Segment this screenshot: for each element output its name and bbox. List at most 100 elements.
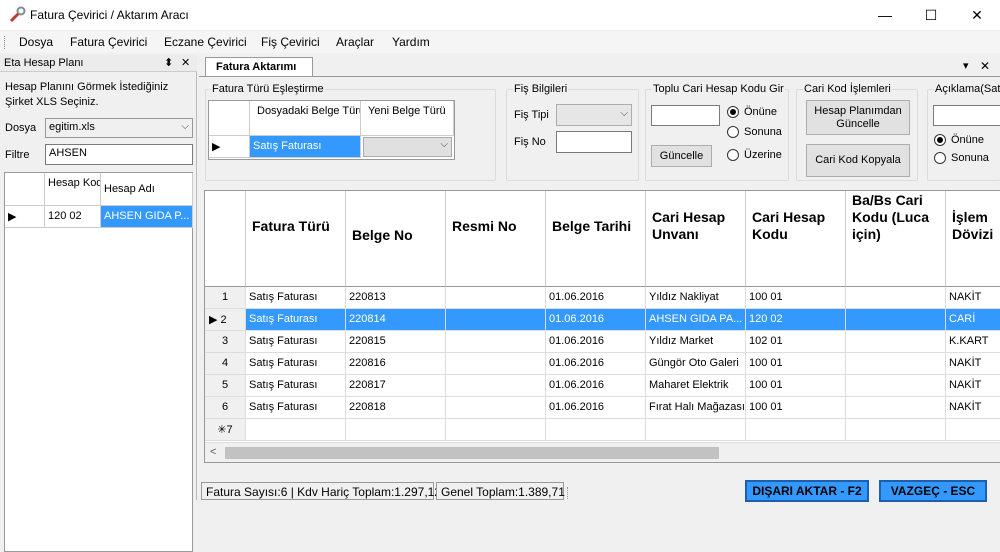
yeni-belge-turu-select[interactable]: ⌵ [363, 137, 452, 157]
guncelle-button[interactable]: Güncelle [651, 145, 712, 167]
cell-cari-hesap-kodu[interactable]: 100 01 [746, 397, 846, 419]
cell-fatura-turu[interactable] [246, 419, 346, 441]
cell-belge-tarihi[interactable]: 01.06.2016 [546, 397, 646, 419]
cell-babs-cari-kodu[interactable] [846, 287, 946, 309]
header-fatura-turu[interactable]: Fatura Türü [246, 191, 346, 287]
cell-islem-dovizi[interactable]: NAKİT [946, 353, 1000, 375]
cell-belge-tarihi[interactable]: 01.06.2016 [546, 331, 646, 353]
header-cari-hesap-kodu[interactable]: Cari Hesap Kodu [746, 191, 846, 287]
menu-araclar[interactable]: Araçlar [336, 35, 374, 49]
cell-hesap-adi[interactable]: AHSEN GIDA P... [101, 206, 193, 228]
cell-belge-no[interactable]: 220816 [346, 353, 446, 375]
header-dosyadaki-belge-turu[interactable]: Dosyadaki Belge Türü [250, 101, 361, 136]
cell-resmi-no[interactable] [446, 353, 546, 375]
menu-eczane-cevirici[interactable]: Eczane Çevirici [164, 35, 247, 49]
header-babs-cari-kodu[interactable]: Ba/Bs Cari Kodu (Luca için) [846, 191, 946, 287]
cell-babs-cari-kodu[interactable] [846, 353, 946, 375]
cell-belge-tarihi[interactable]: 01.06.2016 [546, 353, 646, 375]
cell-babs-cari-kodu[interactable] [846, 309, 946, 331]
dosya-select[interactable]: egitim.xls ⌵ [45, 118, 193, 138]
panel-close-icon[interactable]: ✕ [181, 56, 190, 69]
cell-resmi-no[interactable] [446, 331, 546, 353]
cell-cari-hesap-unvani[interactable]: Fırat Halı Mağazası [646, 397, 746, 419]
horizontal-scrollbar[interactable]: < [205, 442, 1000, 462]
header-hesap-adi[interactable]: Hesap Adı [101, 173, 193, 206]
tab-menu-icon[interactable]: ▾ [963, 59, 969, 72]
cell-fatura-turu[interactable]: Satış Faturası [246, 331, 346, 353]
cell-cari-hesap-unvani[interactable]: Yıldız Nakliyat [646, 287, 746, 309]
table-row[interactable]: 3 Satış Faturası 220815 01.06.2016 Yıldız Ma… [205, 331, 1000, 353]
menu-fis-cevirici[interactable]: Fiş Çevirici [261, 35, 320, 49]
cell-belge-no[interactable]: 220817 [346, 375, 446, 397]
scroll-left-icon[interactable]: < [210, 446, 216, 458]
menu-dosya[interactable]: Dosya [19, 35, 53, 49]
header-hesap-kodu[interactable]: Hesap Kodu [45, 173, 101, 206]
cell-cari-hesap-unvani[interactable]: AHSEN GIDA PA... [646, 309, 746, 331]
aciklama-input[interactable] [933, 105, 1000, 126]
tab-fatura-aktarimi[interactable]: Fatura Aktarımı [205, 57, 313, 77]
header-yeni-belge-turu[interactable]: Yeni Belge Türü [361, 101, 454, 136]
radio-sonuna[interactable] [727, 126, 739, 138]
cell-belge-tarihi[interactable]: 01.06.2016 [546, 287, 646, 309]
cell-babs-cari-kodu[interactable] [846, 419, 946, 441]
cell-resmi-no[interactable] [446, 287, 546, 309]
cell-resmi-no[interactable] [446, 375, 546, 397]
cell-cari-hesap-kodu[interactable]: 120 02 [746, 309, 846, 331]
scrollbar-thumb[interactable] [225, 447, 719, 459]
header-islem-dovizi[interactable]: İşlem Dövizi [946, 191, 1000, 287]
toplu-cari-input[interactable] [651, 105, 720, 126]
cell-fatura-turu[interactable]: Satış Faturası [246, 397, 346, 419]
cell-belge-tarihi[interactable] [546, 419, 646, 441]
cell-cari-hesap-unvani[interactable]: Güngör Oto Galeri [646, 353, 746, 375]
cell-fatura-turu[interactable]: Satış Faturası [246, 375, 346, 397]
cell-fatura-turu[interactable]: Satış Faturası [246, 309, 346, 331]
cell-islem-dovizi[interactable]: CARİ [946, 309, 1000, 331]
cell-belge-no[interactable]: 220814 [346, 309, 446, 331]
menu-yardim[interactable]: Yardım [392, 35, 430, 49]
cell-fatura-turu[interactable]: Satış Faturası [246, 353, 346, 375]
tab-close-icon[interactable]: ✕ [980, 59, 990, 73]
radio-onune[interactable] [727, 106, 739, 118]
cell-cari-hesap-kodu[interactable]: 100 01 [746, 375, 846, 397]
cell-belge-no[interactable]: 220813 [346, 287, 446, 309]
cell-fatura-turu[interactable]: Satış Faturası [246, 287, 346, 309]
cell-cari-hesap-unvani[interactable]: Maharet Elektrik [646, 375, 746, 397]
cell-belge-no[interactable]: 220818 [346, 397, 446, 419]
cell-islem-dovizi[interactable]: NAKİT [946, 375, 1000, 397]
close-button[interactable]: ✕ [954, 0, 1000, 30]
table-row[interactable]: 5 Satış Faturası 220817 01.06.2016 Maharet E… [205, 375, 1000, 397]
filtre-input[interactable]: AHSEN [45, 144, 193, 165]
header-cari-hesap-unvani[interactable]: Cari Hesap Unvanı [646, 191, 746, 287]
aciklama-radio-sonuna[interactable] [934, 152, 946, 164]
minimize-button[interactable]: — [862, 0, 908, 30]
cell-cari-hesap-unvani[interactable] [646, 419, 746, 441]
table-row[interactable]: 1 Satış Faturası 220813 01.06.2016 Yıldız Na… [205, 287, 1000, 309]
cell-cari-hesap-unvani[interactable]: Yıldız Market [646, 331, 746, 353]
hesap-planimdan-guncelle-button[interactable]: Hesap Planımdan Güncelle [806, 100, 910, 135]
cell-islem-dovizi[interactable] [946, 419, 1000, 441]
cell-cari-hesap-kodu[interactable]: 100 01 [746, 353, 846, 375]
header-belge-tarihi[interactable]: Belge Tarihi [546, 191, 646, 287]
table-row[interactable]: ▶ 2 Satış Faturası 220814 01.06.2016 AHSEN G… [205, 309, 1000, 331]
maximize-button[interactable]: ☐ [908, 0, 954, 30]
cell-islem-dovizi[interactable]: NAKİT [946, 287, 1000, 309]
cell-belge-tarihi[interactable]: 01.06.2016 [546, 375, 646, 397]
cell-babs-cari-kodu[interactable] [846, 397, 946, 419]
pin-icon[interactable]: ⬍ [164, 56, 173, 69]
table-row[interactable]: 4 Satış Faturası 220816 01.06.2016 Güngör Ot… [205, 353, 1000, 375]
disari-aktar-button[interactable]: DIŞARI AKTAR - F2 [745, 480, 869, 502]
vazgec-button[interactable]: VAZGEÇ - ESC [879, 480, 987, 502]
cell-cari-hesap-kodu[interactable]: 102 01 [746, 331, 846, 353]
aciklama-radio-onune[interactable] [934, 134, 946, 146]
cell-babs-cari-kodu[interactable] [846, 375, 946, 397]
header-belge-no[interactable]: Belge No [346, 191, 446, 287]
cari-kod-kopyala-button[interactable]: Cari Kod Kopyala [806, 144, 910, 177]
cell-babs-cari-kodu[interactable] [846, 331, 946, 353]
cell-belge-no[interactable] [346, 419, 446, 441]
fis-no-input[interactable] [556, 131, 632, 153]
cell-cari-hesap-kodu[interactable] [746, 419, 846, 441]
cell-resmi-no[interactable] [446, 309, 546, 331]
cell-cari-hesap-kodu[interactable]: 100 01 [746, 287, 846, 309]
cell-islem-dovizi[interactable]: K.KART [946, 331, 1000, 353]
cell-resmi-no[interactable] [446, 419, 546, 441]
